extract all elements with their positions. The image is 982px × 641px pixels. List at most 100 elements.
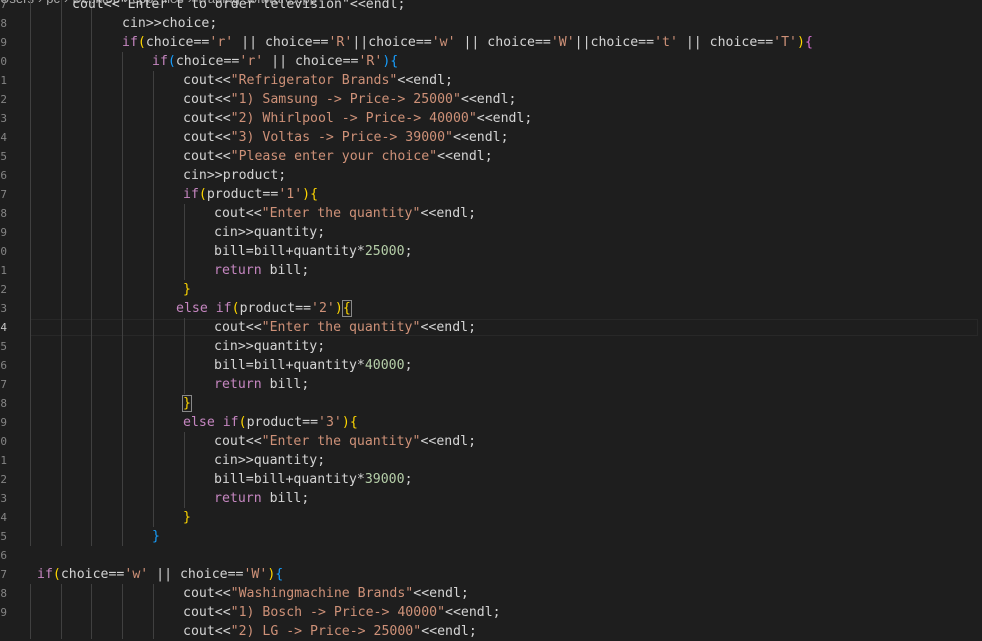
code-line[interactable]: else if(product=='3'){ [183,413,358,432]
code-token: { [275,567,284,582]
indent-guide [153,584,154,639]
code-line[interactable]: cout<<"1) Samsung -> Price-> 25000"<<end… [183,90,516,109]
code-line[interactable]: cout<<"Enter t to order television"<<end… [72,0,405,14]
code-line[interactable]: cout<<"Enter the quantity"<<endl; [214,204,476,223]
code-token: cout<< [183,130,231,145]
code-line[interactable]: return bill; [214,375,309,394]
code-token: "Please enter your choice" [230,149,438,164]
code-line[interactable]: if(choice=='w' || choice=='W'){ [37,565,283,584]
line-number: 8 [0,587,7,600]
code-line[interactable]: bill=bill+quantity*25000; [214,242,413,261]
code-line[interactable]: } [152,527,160,546]
line-number: 4 [0,131,7,144]
code-line[interactable]: cout<<"2) LG -> Price-> 25000"<<endl; [183,622,477,641]
code-line[interactable]: cout<<"Please enter your choice"<<endl; [183,147,493,166]
code-line[interactable]: cout<<"Washingmachine Brands"<<endl; [183,584,469,603]
code-token: 'R' [358,54,383,69]
code-line[interactable]: cout<<"3) Voltas -> Price-> 39000"<<endl… [183,128,509,147]
line-number: 4 [0,511,7,524]
code-line[interactable]: } [183,508,191,527]
code-line[interactable]: cin>>quantity; [214,451,325,470]
code-token: choice== [60,567,125,582]
code-token: return [214,377,262,392]
code-token: "Enter the quantity" [261,434,421,449]
indent-guide [122,584,123,639]
code-token: ) [334,301,343,316]
code-line[interactable]: cout<<"2) Whirlpool -> Price-> 40000"<<e… [183,109,532,128]
code-line[interactable]: bill=bill+quantity*40000; [214,356,413,375]
code-token: <<endl; [445,605,501,620]
indent-guide [91,584,92,639]
code-line[interactable]: if(choice=='r' || choice=='R'){ [152,52,398,71]
code-token: || choice== [148,567,244,582]
indent-guide [184,204,185,280]
code-line[interactable]: else if(product=='2'){ [176,299,352,318]
code-line[interactable]: cout<<"Enter the quantity"<<endl; [214,432,476,451]
code-token: cout<< [214,320,262,335]
code-token: 'r' [209,35,234,50]
code-token: "Enter the quantity" [261,206,421,221]
line-number: 5 [0,530,7,543]
code-token: ( [137,35,146,50]
code-token: cout<< [214,434,262,449]
indent-guide [30,0,31,546]
code-token: if [222,415,239,430]
code-token: 't' [654,35,678,50]
code-line[interactable]: cout<<"Refrigerator Brands"<<endl; [183,71,453,90]
code-token: <<endl; [420,206,477,221]
code-token: "Washingmachine Brands" [230,586,414,601]
code-token: 'w' [124,567,149,582]
code-line[interactable]: return bill; [214,489,309,508]
code-token: cout<< [183,111,231,126]
line-number: 3 [0,302,7,315]
line-number: 9 [0,606,7,619]
code-line[interactable]: if(product=='1'){ [183,185,318,204]
code-token: { [310,187,319,202]
code-token: '1' [278,187,303,202]
line-number-gutter: 7 8 9 0 1 2 3 4 5 6 7 8 9 0 1 2 3 4 5 6 7 8 9 0 1 2 3 4 5 6 7 8 9 [0,0,10,639]
code-token: product== [239,301,312,316]
line-number: 6 [0,169,7,182]
code-line[interactable]: cin>>choice; [122,14,217,33]
code-token: ; [404,472,413,487]
code-token: } [152,529,160,544]
code-token: 40000 [364,358,405,373]
code-token: choice== [145,35,210,50]
code-token: 39000 [364,472,405,487]
line-number: 7 [0,568,7,581]
code-line[interactable]: cin>>product; [183,166,286,185]
code-token: if [122,35,138,50]
code-token: product== [206,187,279,202]
code-line[interactable]: } [182,394,192,413]
code-line[interactable]: if(choice=='r' || choice=='R'||choice=='… [122,33,813,52]
code-token: ( [198,187,207,202]
code-token: <<endl; [420,320,477,335]
code-token: || choice== [455,35,551,50]
code-line[interactable]: } [183,280,191,299]
code-token: || choice== [677,35,774,50]
line-number: 5 [0,340,7,353]
code-token: cout<< [183,624,231,639]
line-number: 7 [0,0,7,11]
code-line[interactable]: cin>>quantity; [214,337,325,356]
code-token: "3) Voltas -> Price-> 39000" [230,130,453,145]
code-token: ( [52,567,61,582]
code-token: <<endl; [460,92,517,107]
code-line[interactable]: cin>>quantity; [214,223,325,242]
indent-guide [61,584,62,639]
code-token: <<endl; [476,111,533,126]
code-token: ( [238,415,247,430]
line-number: 2 [0,473,7,486]
line-number: 0 [0,245,7,258]
code-line[interactable]: return bill; [214,261,309,280]
indent-guide [122,52,123,546]
code-token: <<endl; [413,586,469,601]
code-line[interactable]: cout<<"1) Bosch -> Price-> 40000"<<endl; [183,603,501,622]
code-line[interactable]: bill=bill+quantity*39000; [214,470,413,489]
line-number: 3 [0,112,7,125]
code-editor[interactable]: 7 8 9 0 1 2 3 4 5 6 7 8 9 0 1 2 3 4 5 6 7 8 9 0 1 2 3 4 5 6 7 8 9 cout<<… [0,0,982,639]
code-line[interactable]: cout<<"Enter the quantity"<<endl; [214,318,476,337]
code-token: if [183,187,199,202]
code-token: bill=bill+quantity* [214,358,365,373]
